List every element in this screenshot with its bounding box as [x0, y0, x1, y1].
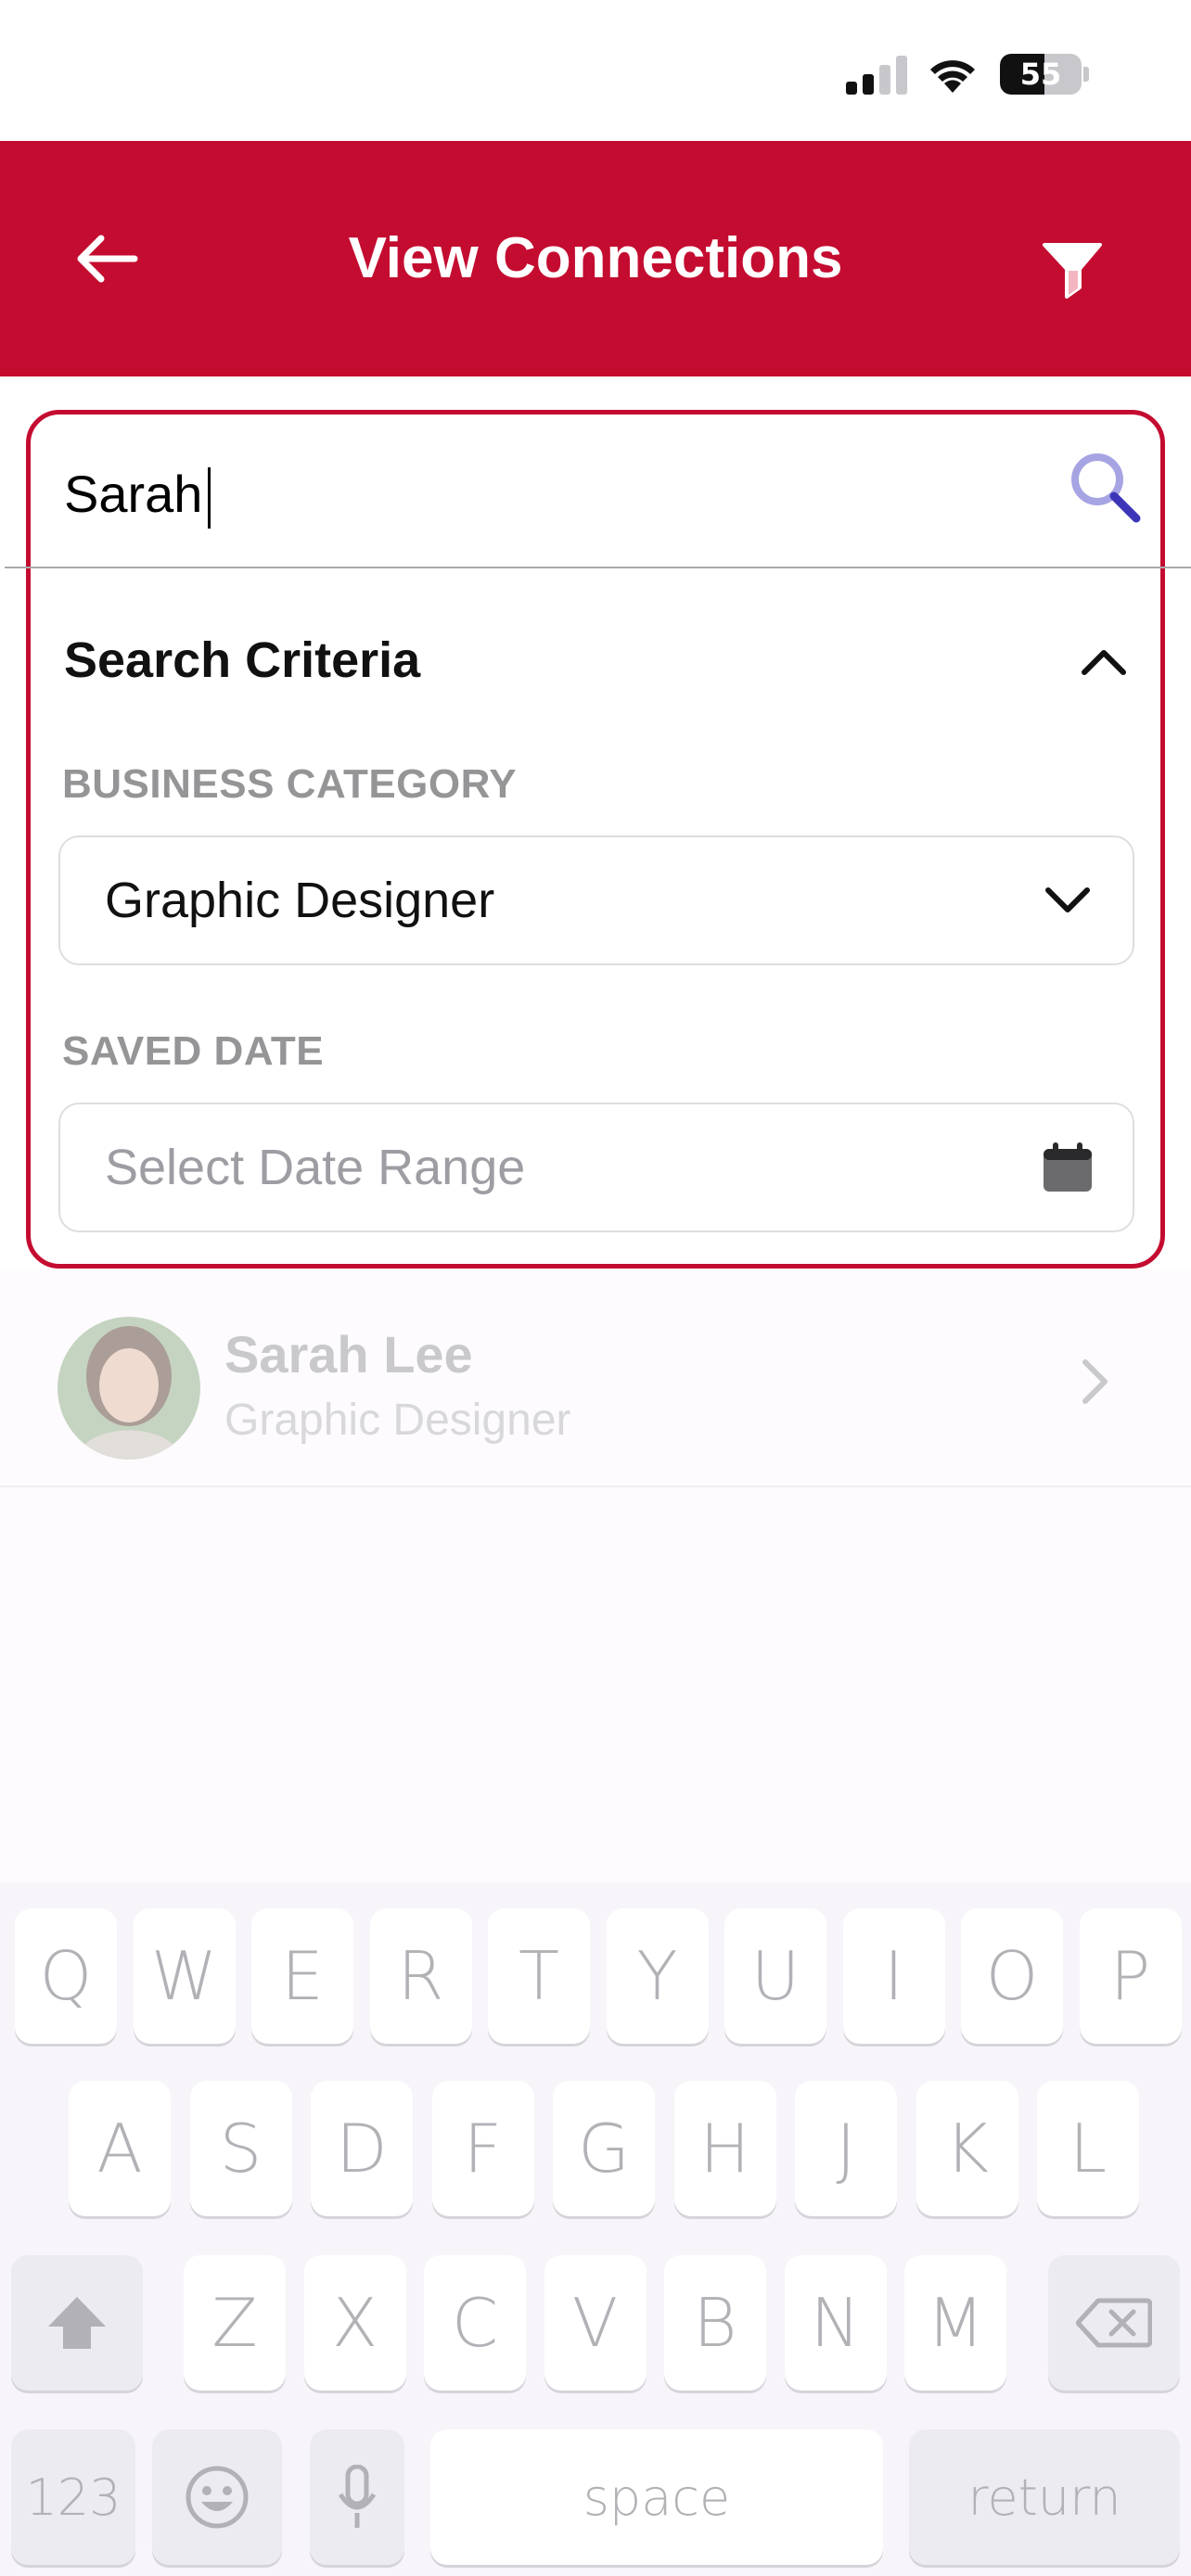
app-screen: 55 View Connections Sarah Search Criteri… — [0, 0, 1191, 2576]
key-g[interactable]: G — [553, 2081, 655, 2216]
key-d[interactable]: D — [311, 2081, 413, 2216]
key-f[interactable]: F — [431, 2081, 534, 2216]
numbers-key[interactable]: 123 — [11, 2429, 135, 2565]
microphone-key[interactable] — [310, 2429, 404, 2565]
search-input[interactable]: Sarah — [64, 442, 211, 546]
key-s[interactable]: S — [189, 2081, 292, 2216]
filter-button[interactable] — [1028, 226, 1117, 315]
key-v[interactable]: V — [544, 2255, 647, 2391]
key-n[interactable]: N — [784, 2255, 887, 2391]
space-key[interactable]: space — [430, 2429, 883, 2565]
delete-icon — [1076, 2298, 1152, 2348]
delete-key[interactable] — [1048, 2255, 1180, 2391]
chevron-down-icon — [1038, 871, 1097, 930]
microphone-icon — [338, 2465, 377, 2528]
results-list: Sarah Lee Graphic Designer — [0, 1269, 1191, 1882]
shift-key[interactable] — [11, 2255, 143, 2391]
avatar — [58, 1317, 200, 1460]
key-t[interactable]: T — [488, 1908, 590, 2044]
key-c[interactable]: C — [424, 2255, 526, 2391]
key-j[interactable]: J — [795, 2081, 897, 2216]
business-category-select[interactable]: Graphic Designer — [58, 835, 1134, 965]
onscreen-keyboard: 123 space return QWERTYUIOP ASDFGHJKL ZXCV… — [0, 1882, 1191, 2576]
app-header: View Connections — [0, 141, 1191, 376]
search-divider — [5, 567, 1191, 568]
chevron-right-icon — [1067, 1354, 1122, 1409]
search-panel: Sarah Search Criteria BUSINESS CATEGORY … — [5, 410, 1191, 1269]
result-subtitle: Graphic Designer — [224, 1396, 571, 1445]
key-u[interactable]: U — [724, 1908, 826, 2044]
battery-tip — [1083, 67, 1089, 82]
result-name: Sarah Lee — [224, 1325, 473, 1384]
key-m[interactable]: M — [904, 2255, 1006, 2391]
shift-icon — [48, 2297, 106, 2349]
key-y[interactable]: Y — [606, 1908, 709, 2044]
key-z[interactable]: Z — [184, 2255, 286, 2391]
search-input-text: Sarah — [64, 465, 203, 523]
calendar-icon — [1038, 1138, 1097, 1197]
key-w[interactable]: W — [133, 1908, 236, 2044]
back-button[interactable] — [65, 217, 148, 300]
search-icon — [1071, 453, 1141, 523]
key-l[interactable]: L — [1037, 2081, 1139, 2216]
business-category-label: BUSINESS CATEGORY — [62, 761, 518, 807]
page-title: View Connections — [348, 226, 843, 290]
list-item[interactable]: Sarah Lee Graphic Designer — [0, 1269, 1191, 1487]
emoji-icon — [186, 2466, 249, 2529]
key-k[interactable]: K — [916, 2081, 1018, 2216]
key-h[interactable]: H — [673, 2081, 776, 2216]
key-e[interactable]: E — [251, 1908, 353, 2044]
saved-date-placeholder: Select Date Range — [105, 1140, 526, 1195]
key-b[interactable]: B — [664, 2255, 766, 2391]
cellular-signal-icon — [846, 56, 911, 95]
saved-date-label: SAVED DATE — [62, 1028, 325, 1074]
return-key[interactable]: return — [909, 2429, 1180, 2565]
search-button[interactable] — [1058, 440, 1151, 533]
saved-date-field[interactable]: Select Date Range — [58, 1103, 1134, 1232]
emoji-key[interactable] — [152, 2429, 282, 2565]
key-r[interactable]: R — [369, 1908, 472, 2044]
battery-level: 55 — [1019, 57, 1062, 92]
key-o[interactable]: O — [961, 1908, 1063, 2044]
text-caret — [208, 467, 211, 529]
key-a[interactable]: A — [69, 2081, 171, 2216]
arrow-left-icon — [77, 235, 138, 283]
business-category-value: Graphic Designer — [105, 873, 495, 928]
search-criteria-title: Search Criteria — [64, 632, 421, 688]
key-p[interactable]: P — [1079, 1908, 1182, 2044]
key-x[interactable]: X — [303, 2255, 406, 2391]
battery-icon: 55 — [1000, 54, 1082, 95]
wifi-icon — [926, 52, 980, 97]
chevron-up-icon — [1082, 650, 1126, 675]
collapse-criteria-button[interactable] — [1069, 628, 1138, 696]
filter-icon — [1043, 243, 1102, 299]
status-bar: 55 — [0, 0, 1191, 141]
key-i[interactable]: I — [842, 1908, 945, 2044]
key-q[interactable]: Q — [15, 1908, 117, 2044]
